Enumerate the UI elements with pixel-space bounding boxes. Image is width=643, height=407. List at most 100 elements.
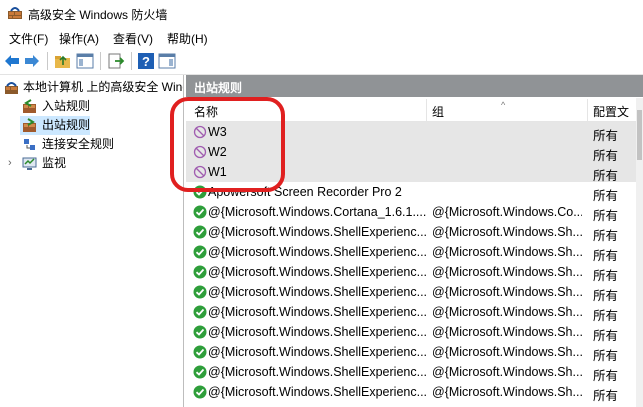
rule-name-cell: W1 [208, 165, 227, 179]
rule-name-cell: W3 [208, 125, 227, 139]
column-header-group[interactable]: 组 [432, 103, 444, 120]
rule-group-cell: @{Microsoft.Windows.Co... [432, 205, 582, 219]
enabled-check-icon [193, 205, 207, 219]
rule-name-cell: @{Microsoft.Windows.ShellExperienc... [208, 225, 428, 239]
tree-item-inbound-rules[interactable]: 入站规则 [0, 97, 183, 116]
back-arrow-icon[interactable] [3, 52, 21, 70]
rule-name-cell: @{Microsoft.Windows.ShellExperienc... [208, 325, 428, 339]
table-row[interactable]: @{Microsoft.Windows.ShellExperienc... @{M… [186, 262, 636, 283]
table-row[interactable]: @{Microsoft.Windows.ShellExperienc... @{M… [186, 302, 636, 323]
tree-item-label: 出站规则 [42, 118, 91, 132]
rule-name-cell: @{Microsoft.Windows.ShellExperienc... [208, 245, 428, 259]
toolbar-separator [131, 52, 132, 70]
table-row[interactable]: @{Microsoft.Windows.ShellExperienc... @{M… [186, 322, 636, 343]
tree-item-label: 入站规则 [42, 99, 91, 113]
rule-group-cell: @{Microsoft.Windows.Sh... [432, 305, 582, 319]
rule-group-cell: @{Microsoft.Windows.Sh... [432, 265, 582, 279]
enabled-check-icon [193, 345, 207, 359]
monitoring-icon [22, 157, 37, 170]
rule-group-cell: @{Microsoft.Windows.Sh... [432, 245, 582, 259]
pane-header-title: 出站规则 [194, 81, 243, 95]
forward-arrow-icon[interactable] [23, 52, 41, 70]
vertical-scrollbar[interactable] [636, 98, 643, 407]
rule-name-cell: @{Microsoft.Windows.Cortana_1.6.1.... [208, 205, 427, 219]
rule-group-cell: @{Microsoft.Windows.Sh... [432, 225, 582, 239]
table-row[interactable]: Apowersoft Screen Recorder Pro 2 所有 [186, 182, 636, 203]
menu-bar: 文件(F) 操作(A) 查看(V) 帮助(H) [0, 27, 643, 48]
properties-pane-icon[interactable] [158, 52, 176, 70]
enabled-check-icon [193, 225, 207, 239]
rule-group-cell: @{Microsoft.Windows.Sh... [432, 285, 582, 299]
column-divider[interactable] [587, 99, 588, 121]
tree-root-label: 本地计算机 上的高级安全 Wind [23, 80, 184, 94]
rule-profile-cell: 所有 [593, 389, 619, 403]
rule-name-cell: @{Microsoft.Windows.ShellExperienc... [208, 385, 428, 399]
sort-ascending-icon: ^ [501, 100, 506, 110]
tree-item-monitoring[interactable]: › 监视 [0, 154, 183, 173]
outbound-rules-icon [23, 118, 36, 132]
tree-root[interactable]: 本地计算机 上的高级安全 Wind [0, 78, 183, 97]
disabled-rule-icon [193, 165, 207, 179]
enabled-check-icon [193, 245, 207, 259]
column-headers: 名称 ^ 组 配置文件 [186, 99, 636, 136]
rule-name-cell: W2 [208, 145, 227, 159]
tree-item-outbound-rules[interactable]: 出站规则 [0, 116, 183, 135]
column-divider[interactable] [426, 99, 427, 121]
scrollbar-thumb[interactable] [637, 110, 642, 160]
tree-item-connection-security[interactable]: 连接安全规则 [0, 135, 183, 154]
tree-item-label: 监视 [42, 156, 67, 170]
rule-name-cell: @{Microsoft.Windows.ShellExperienc... [208, 265, 428, 279]
console-tree: 本地计算机 上的高级安全 Wind 入站规则 出站规则 连接安全规则 › 监视 [0, 75, 184, 407]
firewall-root-icon [5, 82, 18, 94]
rule-group-cell: @{Microsoft.Windows.Sh... [432, 365, 582, 379]
enabled-check-icon [193, 185, 207, 199]
rule-name-cell: @{Microsoft.Windows.ShellExperienc... [208, 305, 428, 319]
enabled-check-icon [193, 325, 207, 339]
disabled-rule-icon [193, 145, 207, 159]
window-title: 高级安全 Windows 防火墙 [28, 8, 168, 22]
table-row[interactable]: @{Microsoft.Windows.ShellExperienc... @{M… [186, 282, 636, 303]
table-row[interactable]: @{Microsoft.Windows.ShellExperienc... @{M… [186, 362, 636, 383]
results-pane: 出站规则 名称 ^ 组 配置文件 W3所有W2所有W1所有Apowersoft … [186, 75, 643, 407]
table-row[interactable]: W3 所有 [186, 122, 636, 143]
menu-help[interactable]: 帮助(H) [167, 30, 208, 47]
expand-chevron-icon[interactable]: › [8, 154, 12, 173]
menu-file[interactable]: 文件(F) [9, 30, 48, 47]
enabled-check-icon [193, 265, 207, 279]
table-row[interactable]: @{Microsoft.Windows.ShellExperienc... @{M… [186, 382, 636, 403]
table-row[interactable]: @{Microsoft.Windows.ShellExperienc... @{M… [186, 242, 636, 263]
firewall-app-icon [8, 7, 22, 19]
rule-group-cell: @{Microsoft.Windows.Sh... [432, 325, 582, 339]
rule-name-cell: @{Microsoft.Windows.ShellExperienc... [208, 345, 428, 359]
menu-view[interactable]: 查看(V) [113, 30, 153, 47]
pane-header: 出站规则 [186, 75, 643, 97]
enabled-check-icon [193, 305, 207, 319]
rule-group-cell: @{Microsoft.Windows.Sh... [432, 345, 582, 359]
folder-up-icon[interactable] [54, 52, 72, 70]
connection-security-icon [24, 139, 35, 150]
column-header-name[interactable]: 名称 [194, 103, 218, 120]
svg-text:?: ? [142, 54, 150, 69]
table-row[interactable]: W1 所有 [186, 162, 636, 183]
rule-group-cell: @{Microsoft.Windows.Sh... [432, 385, 582, 399]
menu-action[interactable]: 操作(A) [59, 30, 99, 47]
rule-name-cell: @{Microsoft.Windows.ShellExperienc... [208, 365, 428, 379]
rule-name-cell: @{Microsoft.Windows.ShellExperienc... [208, 285, 428, 299]
inbound-rules-icon [23, 99, 36, 113]
enabled-check-icon [193, 365, 207, 379]
help-icon[interactable]: ? [137, 52, 155, 70]
show-hide-tree-icon[interactable] [76, 52, 94, 70]
enabled-check-icon [193, 285, 207, 299]
table-row[interactable]: @{Microsoft.Windows.ShellExperienc... @{M… [186, 222, 636, 243]
enabled-check-icon [193, 385, 207, 399]
toolbar-separator [100, 52, 101, 70]
tree-item-label: 连接安全规则 [42, 137, 115, 151]
table-row[interactable]: @{Microsoft.Windows.Cortana_1.6.1.... @{M… [186, 202, 636, 223]
export-icon[interactable] [107, 52, 125, 70]
disabled-rule-icon [193, 125, 207, 139]
table-row[interactable]: W2 所有 [186, 142, 636, 163]
rule-name-cell: Apowersoft Screen Recorder Pro 2 [208, 185, 402, 199]
table-row[interactable]: @{Microsoft.Windows.ShellExperienc... @{M… [186, 342, 636, 363]
toolbar: ? [0, 48, 643, 75]
title-bar: 高级安全 Windows 防火墙 [0, 0, 643, 27]
